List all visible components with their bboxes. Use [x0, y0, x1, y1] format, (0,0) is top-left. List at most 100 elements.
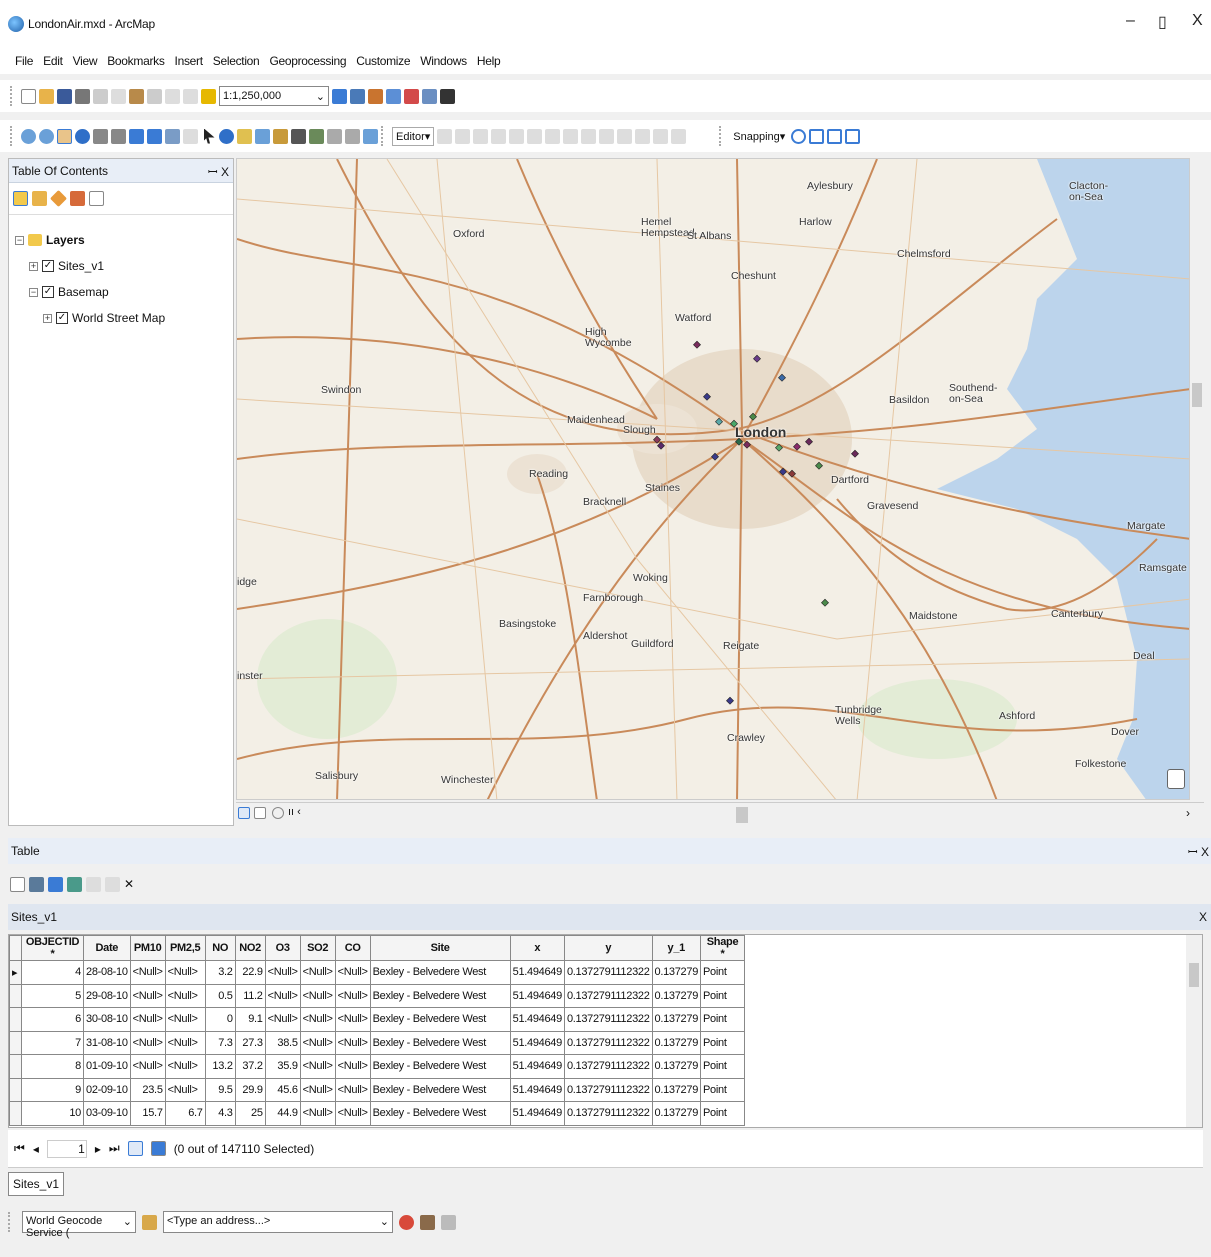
- table-cell[interactable]: Point: [700, 960, 746, 985]
- list-by-selection-icon[interactable]: [70, 191, 85, 206]
- map-horizontal-scrollbar[interactable]: ıı ‹ ›: [236, 802, 1204, 826]
- menu-selection[interactable]: Selection: [208, 48, 265, 68]
- table-cell[interactable]: <Null>: [299, 1101, 336, 1126]
- new-document-icon[interactable]: [21, 88, 36, 104]
- table-row[interactable]: 9 02-09-10 23.5 <Null> 9.5 29.9 45.6 <Null> <Nul…: [9, 1077, 746, 1102]
- toc-layer-basemap[interactable]: − ✓ Basemap: [29, 285, 109, 299]
- table-cell[interactable]: <Null>: [299, 1007, 336, 1032]
- table-cell[interactable]: 0.1372791112322: [563, 1054, 653, 1079]
- table-cell[interactable]: Point: [700, 1030, 746, 1055]
- previous-record-icon[interactable]: ◂: [33, 1142, 39, 1156]
- table-row[interactable]: 5 29-08-10 <Null> <Null> 0.5 11.2 <Null> <Null>…: [9, 983, 746, 1008]
- zoom-in-icon[interactable]: [21, 128, 36, 144]
- map-vertical-scrollbar[interactable]: [1190, 158, 1204, 800]
- table-cell[interactable]: Bexley - Belvedere West: [369, 983, 511, 1008]
- split-tool-icon[interactable]: [599, 128, 615, 144]
- table-cell[interactable]: Point: [700, 1101, 746, 1126]
- edit-tool-icon[interactable]: [437, 128, 453, 144]
- table-vertical-scrollbar[interactable]: [1186, 935, 1202, 1127]
- table-cell[interactable]: <Null>: [164, 983, 206, 1008]
- refresh-view-icon[interactable]: [272, 807, 284, 819]
- expand-icon[interactable]: +: [29, 261, 38, 271]
- table-cell[interactable]: <Null>: [299, 1030, 336, 1055]
- table-cell[interactable]: 9.1: [234, 1007, 266, 1032]
- table-cell[interactable]: 6.7: [164, 1101, 206, 1126]
- table-cell[interactable]: 25: [234, 1101, 266, 1126]
- table-cell[interactable]: 30-08-10: [83, 1007, 131, 1032]
- delete-icon[interactable]: [147, 88, 162, 104]
- row-selector[interactable]: ▸: [9, 960, 22, 985]
- column-header[interactable]: PM2,5: [164, 935, 206, 961]
- table-cell[interactable]: Point: [700, 1077, 746, 1102]
- table-cell[interactable]: 0.1372791112322: [563, 1101, 653, 1126]
- toolbar-grip[interactable]: [10, 86, 14, 106]
- table-cell[interactable]: <Null>: [334, 960, 371, 985]
- table-cell[interactable]: 0: [204, 1007, 236, 1032]
- table-cell[interactable]: 4: [21, 960, 84, 985]
- table-cell[interactable]: 0.1372791112322: [563, 1030, 653, 1055]
- table-cell[interactable]: <Null>: [129, 1054, 166, 1079]
- table-cell[interactable]: 38.5: [264, 1030, 301, 1055]
- undo-icon[interactable]: [165, 88, 180, 104]
- manage-geocoders-icon[interactable]: [142, 1214, 157, 1230]
- editor-toolbar-icon[interactable]: [332, 88, 347, 104]
- table-cell[interactable]: 51.494649: [509, 1007, 565, 1032]
- table-cell[interactable]: 51.494649: [509, 1101, 565, 1126]
- redo-icon[interactable]: [183, 88, 198, 104]
- column-header[interactable]: Date: [83, 935, 131, 961]
- row-selector-header[interactable]: [9, 935, 22, 961]
- create-features-icon[interactable]: [671, 128, 687, 144]
- table-cell[interactable]: 51.494649: [509, 1030, 565, 1055]
- clear-table-selection-icon[interactable]: [86, 876, 101, 892]
- trace-icon[interactable]: [509, 128, 525, 144]
- layout-view-icon[interactable]: [254, 807, 266, 819]
- table-cell[interactable]: 13.2: [204, 1054, 236, 1079]
- world-street-map-visibility-checkbox[interactable]: ✓: [56, 312, 68, 324]
- pause-drawing-icon[interactable]: ıı ‹: [288, 806, 301, 818]
- reshape-feature-icon[interactable]: [563, 128, 579, 144]
- table-cell[interactable]: 3.2: [204, 960, 236, 985]
- table-cell[interactable]: <Null>: [129, 1030, 166, 1055]
- restore-button[interactable]: ▯: [1158, 12, 1167, 32]
- table-cell[interactable]: Bexley - Belvedere West: [369, 1007, 511, 1032]
- row-selector[interactable]: [9, 1007, 22, 1032]
- table-cell[interactable]: <Null>: [164, 1054, 206, 1079]
- select-elements-icon[interactable]: [204, 128, 215, 144]
- edge-snapping-icon[interactable]: [845, 128, 861, 144]
- table-cell[interactable]: 0.137279: [651, 1054, 702, 1079]
- table-cell[interactable]: 0.1372791112322: [563, 1077, 653, 1102]
- table-cell[interactable]: <Null>: [299, 1054, 336, 1079]
- table-cell[interactable]: Bexley - Belvedere West: [369, 1101, 511, 1126]
- menu-insert[interactable]: Insert: [170, 48, 208, 68]
- table-cell[interactable]: 0.137279: [651, 1101, 702, 1126]
- measure-icon[interactable]: [273, 128, 288, 144]
- print-icon[interactable]: [75, 88, 90, 104]
- menu-help[interactable]: Help: [472, 48, 505, 68]
- list-by-drawing-order-icon[interactable]: [13, 191, 28, 206]
- basemap-visibility-checkbox[interactable]: ✓: [42, 286, 54, 298]
- first-record-icon[interactable]: ⏮: [14, 1141, 25, 1156]
- cut-icon[interactable]: [93, 88, 108, 104]
- scroll-right-icon[interactable]: ›: [1186, 806, 1190, 820]
- snapping-menu[interactable]: Snapping▾: [730, 130, 788, 143]
- column-header[interactable]: NO: [204, 935, 236, 961]
- table-cell[interactable]: <Null>: [164, 1030, 206, 1055]
- table-cell[interactable]: Point: [700, 983, 746, 1008]
- catalog-icon[interactable]: [368, 88, 383, 104]
- open-folder-icon[interactable]: [39, 88, 54, 104]
- attributes-icon[interactable]: [635, 128, 651, 144]
- expand-icon[interactable]: +: [43, 313, 52, 323]
- save-icon[interactable]: [57, 88, 72, 104]
- point-snapping-icon[interactable]: [791, 128, 807, 144]
- last-record-icon[interactable]: ⏭: [109, 1141, 120, 1156]
- point-icon[interactable]: [527, 128, 543, 144]
- table-cell[interactable]: 51.494649: [509, 1054, 565, 1079]
- menu-customize[interactable]: Customize: [351, 48, 415, 68]
- add-data-icon[interactable]: [201, 88, 216, 104]
- table-row[interactable]: 7 31-08-10 <Null> <Null> 7.3 27.3 38.5 <Null> <N…: [9, 1030, 746, 1055]
- column-header[interactable]: y: [563, 935, 653, 961]
- table-cell[interactable]: 6: [21, 1007, 84, 1032]
- identify-icon[interactable]: [219, 128, 234, 144]
- table-scroll-thumb[interactable]: [1189, 963, 1199, 987]
- geocode-service-combo[interactable]: World Geocode Service (⌄: [22, 1211, 136, 1239]
